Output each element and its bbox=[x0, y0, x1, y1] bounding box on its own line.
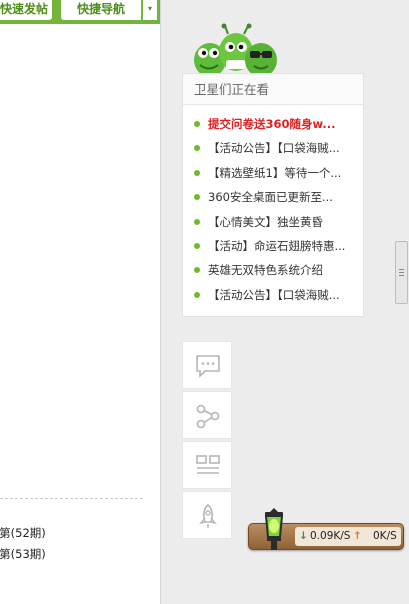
list-item-label: 英雄无双特色系统介绍 bbox=[208, 263, 323, 278]
panel-title: 卫星们正在看 bbox=[183, 74, 363, 105]
list-item-label: 【活动】命运石翅膀特惠... bbox=[208, 238, 346, 253]
list-item[interactable]: 【活动】命运石翅膀特惠... bbox=[183, 234, 363, 258]
list-item-label: 【精选壁纸1】等待一个... bbox=[208, 165, 342, 180]
lamp-icon bbox=[264, 508, 284, 550]
grip-line bbox=[399, 272, 404, 273]
forum-toolbar: 快速发帖 快捷导航 ▾ bbox=[0, 0, 160, 24]
rocket-icon bbox=[199, 503, 217, 528]
bullet-icon bbox=[194, 169, 200, 176]
scrollbar-thumb[interactable] bbox=[395, 241, 408, 304]
now-watching-list: 提交问卷送360随身w... 【活动公告】【口袋海贼... 【精选壁纸1】等待一… bbox=[183, 105, 363, 307]
share-icon bbox=[196, 404, 220, 429]
list-item-label: 【活动公告】【口袋海贼... bbox=[208, 141, 340, 156]
list-item[interactable]: 英雄无双特色系统介绍 bbox=[183, 258, 363, 282]
grip-line bbox=[399, 269, 404, 270]
grip-line bbox=[399, 275, 404, 276]
quick-post-button[interactable]: 快速发帖 bbox=[0, 0, 52, 20]
list-item-label: 【心情美文】独坐黄昏 bbox=[208, 214, 323, 229]
list-item-label: 提交问卷送360随身w... bbox=[208, 117, 336, 131]
chevron-down-icon[interactable]: ▾ bbox=[143, 0, 157, 20]
upload-arrow-icon: ↑ bbox=[353, 530, 362, 542]
qrcode-icon bbox=[196, 455, 220, 474]
download-arrow-icon: ↓ bbox=[299, 530, 308, 542]
list-item[interactable]: 样.第(52期) bbox=[0, 525, 46, 541]
bullet-icon bbox=[194, 291, 200, 298]
quick-nav-button[interactable]: 快捷导航 bbox=[61, 0, 141, 20]
list-item-label: 360安全桌面已更新至... bbox=[208, 190, 333, 205]
download-speed: 0.09K/S bbox=[310, 530, 351, 542]
speed-readout: ↓ 0.09K/S ↑ 0K/S bbox=[295, 527, 401, 546]
share-button[interactable] bbox=[182, 391, 232, 439]
list-item[interactable]: 【活动公告】【口袋海贼... bbox=[183, 283, 363, 307]
bullet-icon bbox=[194, 218, 200, 225]
comment-button[interactable] bbox=[182, 341, 232, 389]
list-item[interactable]: 样.第(53期) bbox=[0, 546, 46, 562]
list-item[interactable]: 360安全桌面已更新至... bbox=[183, 185, 363, 209]
list-item[interactable]: 【心情美文】独坐黄昏 bbox=[183, 210, 363, 234]
mascot-image bbox=[194, 23, 277, 77]
list-item[interactable]: 提交问卷送360随身w... bbox=[183, 112, 363, 136]
forum-content-pane: 快速发帖 快捷导航 ▾ 样.第(52期) 样.第(53期) bbox=[0, 0, 161, 604]
bullet-icon bbox=[194, 242, 200, 249]
upload-speed: 0K/S bbox=[373, 530, 397, 542]
comment-icon bbox=[196, 355, 220, 378]
list-item[interactable]: 【精选壁纸1】等待一个... bbox=[183, 161, 363, 185]
now-watching-panel: 卫星们正在看 提交问卷送360随身w... 【活动公告】【口袋海贼... 【精选… bbox=[182, 73, 364, 317]
qrcode-button[interactable] bbox=[182, 441, 232, 489]
list-item[interactable]: 【活动公告】【口袋海贼... bbox=[183, 136, 363, 160]
content-divider bbox=[0, 498, 143, 499]
bullet-icon bbox=[194, 145, 200, 152]
bullet-icon bbox=[194, 267, 200, 274]
bullet-icon bbox=[194, 194, 200, 201]
back-to-top-button[interactable] bbox=[182, 491, 232, 539]
bullet-icon bbox=[194, 121, 200, 127]
list-item-label: 【活动公告】【口袋海贼... bbox=[208, 287, 340, 302]
